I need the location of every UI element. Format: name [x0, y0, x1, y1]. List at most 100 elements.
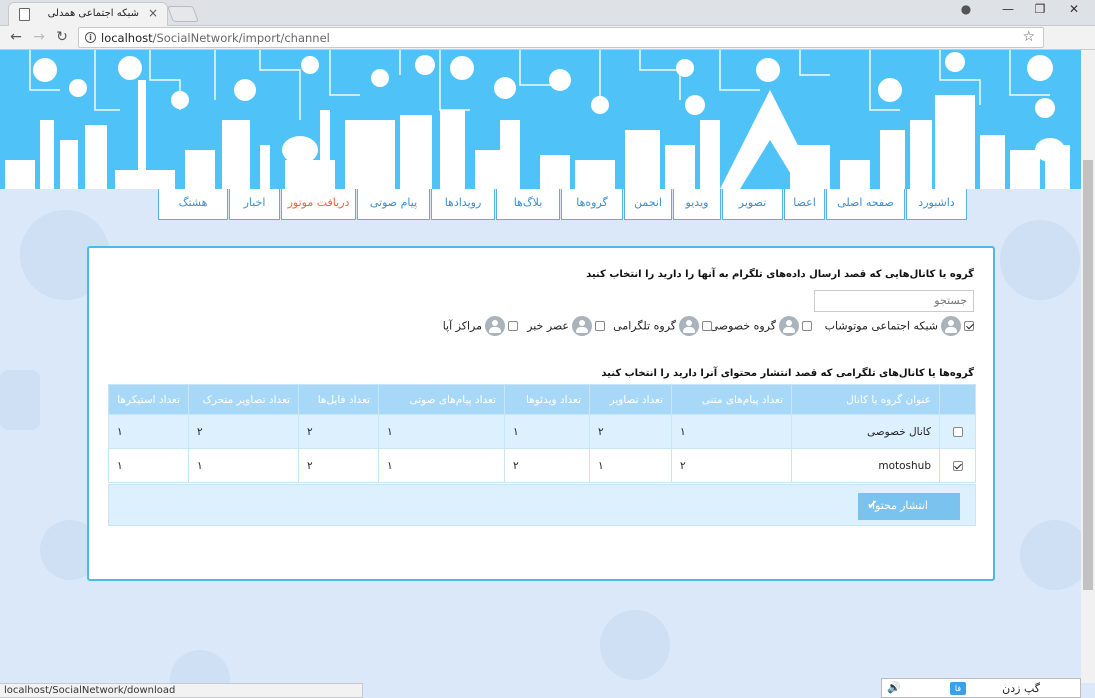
- background-at-icon: [170, 650, 230, 683]
- column-header: تعداد فایل‌ها: [298, 384, 379, 415]
- nav-home[interactable]: صفحه اصلی: [826, 189, 905, 220]
- maximize-button[interactable]: ❐: [1030, 2, 1050, 16]
- nav-voice-messages[interactable]: پیام صوتی: [357, 189, 430, 220]
- back-icon[interactable]: ←: [6, 29, 26, 45]
- site-info-icon[interactable]: i: [85, 32, 96, 43]
- target-label: مراکز آپا: [442, 319, 482, 333]
- language-bar[interactable]: گپ زدن فا 🔊: [881, 678, 1081, 698]
- language-badge[interactable]: فا: [950, 682, 966, 695]
- table-cell: ۱: [108, 448, 189, 483]
- page-icon: [19, 8, 30, 21]
- background-phone-icon: [0, 370, 40, 430]
- nav-news[interactable]: اخبار: [229, 189, 280, 220]
- browser-toolbar: ← → ↻ i localhost/SocialNetwork/import/c…: [0, 26, 1095, 71]
- row-select-cell: [939, 414, 976, 449]
- column-header: تعداد تصاویر: [589, 384, 672, 415]
- group-avatar-icon: [679, 316, 699, 336]
- background-heart-icon: [600, 610, 670, 680]
- background-chat-icon: [1000, 220, 1080, 300]
- channel-name-cell: کانال خصوصی: [791, 414, 940, 449]
- column-header: تعداد پیام‌های متنی: [671, 384, 792, 415]
- nav-forum[interactable]: انجمن: [624, 189, 672, 220]
- close-window-button[interactable]: ✕: [1064, 2, 1084, 16]
- header-banner: [0, 50, 1081, 189]
- url-host: localhost: [101, 31, 153, 45]
- target-checkbox[interactable]: [802, 321, 812, 331]
- address-bar[interactable]: i localhost/SocialNetwork/import/channel…: [78, 27, 1044, 48]
- group-avatar-icon: [941, 316, 961, 336]
- scrollbar-thumb[interactable]: [1083, 160, 1093, 590]
- target-option[interactable]: مراکز آپا: [443, 316, 518, 336]
- nav-hashtag[interactable]: هشتگ: [158, 189, 228, 220]
- table-cell: ۲: [671, 448, 792, 483]
- table-cell: ۱: [188, 448, 299, 483]
- target-checkbox[interactable]: [595, 321, 605, 331]
- table-footer: انتشار محتوا ✔: [108, 484, 976, 526]
- account-icon[interactable]: ●: [956, 2, 976, 16]
- table-row: کانال خصوصی ۱ ۲ ۱ ۱ ۲ ۲ ۱: [108, 414, 976, 449]
- check-icon: ✔: [867, 497, 878, 512]
- group-avatar-icon: [779, 316, 799, 336]
- status-bar-url: localhost/SocialNetwork/download: [0, 683, 363, 698]
- column-header: تعداد استیکرها: [108, 384, 189, 415]
- url-path: /SocialNetwork/import/channel: [152, 31, 330, 45]
- target-option[interactable]: عصر خبر: [527, 316, 605, 336]
- table-row: motoshub ۲ ۱ ۲ ۱ ۲ ۱ ۱: [108, 448, 976, 483]
- table-cell: ۲: [589, 414, 672, 449]
- target-checkbox[interactable]: [964, 321, 974, 331]
- minimize-button[interactable]: —: [998, 2, 1018, 16]
- browser-tab[interactable]: شبکه اجتماعی همدلی ×: [8, 2, 168, 26]
- reload-icon[interactable]: ↻: [52, 29, 72, 45]
- channel-name-cell: motoshub: [791, 448, 940, 483]
- forward-icon[interactable]: →: [29, 29, 49, 45]
- import-panel: گروه یا کانال‌هایی که قصد ارسال داده‌های…: [87, 246, 995, 581]
- table-cell: ۱: [589, 448, 672, 483]
- column-header: عنوان گروه یا کانال: [791, 384, 940, 415]
- target-option[interactable]: گروه تلگرامی: [613, 316, 712, 336]
- bookmark-star-icon[interactable]: ☆: [1022, 29, 1035, 45]
- nav-blogs[interactable]: بلاگ‌ها: [496, 189, 560, 220]
- nav-engine-import[interactable]: دریافت موتور: [281, 189, 356, 220]
- search-input[interactable]: [814, 290, 974, 312]
- page-scrollbar[interactable]: [1081, 50, 1095, 683]
- target-label: شبکه اجتماعی موتوشاب: [824, 319, 938, 333]
- table-cell: ۲: [188, 414, 299, 449]
- new-tab-button[interactable]: [167, 6, 199, 22]
- main-navigation: داشبورد صفحه اصلی اعضا تصویر ویدیو انجمن…: [158, 189, 968, 221]
- table-cell: ۱: [378, 414, 505, 449]
- nav-video[interactable]: ویدیو: [673, 189, 721, 220]
- nav-events[interactable]: رویدادها: [431, 189, 495, 220]
- target-label: گروه تلگرامی: [613, 319, 676, 333]
- page-viewport: داشبورد صفحه اصلی اعضا تصویر ویدیو انجمن…: [0, 50, 1081, 683]
- column-header: تعداد تصاویر متحرک: [188, 384, 299, 415]
- table-cell: ۲: [298, 448, 379, 483]
- select-column-header: [939, 384, 976, 415]
- nav-members[interactable]: اعضا: [784, 189, 825, 220]
- table-cell: ۱: [504, 414, 590, 449]
- table-cell: ۱: [671, 414, 792, 449]
- channels-table: عنوان گروه یا کانال تعداد پیام‌های متنی …: [108, 384, 976, 483]
- nav-groups[interactable]: گروه‌ها: [561, 189, 623, 220]
- target-option[interactable]: گروه خصوصی: [710, 316, 812, 336]
- row-select-cell: [939, 448, 976, 483]
- publish-label: انتشار محتوا: [871, 500, 928, 512]
- table-cell: ۲: [504, 448, 590, 483]
- ime-text: گپ زدن: [1002, 682, 1040, 695]
- target-option[interactable]: شبکه اجتماعی موتوشاب: [825, 316, 974, 336]
- group-avatar-icon: [572, 316, 592, 336]
- target-label: عصر خبر: [527, 319, 569, 333]
- row-checkbox[interactable]: [952, 426, 963, 437]
- target-checkbox[interactable]: [508, 321, 518, 331]
- publish-content-button[interactable]: انتشار محتوا ✔: [858, 493, 960, 520]
- tab-strip: شبکه اجتماعی همدلی × ● — ❐ ✕: [0, 0, 1095, 26]
- background-user-icon: [1020, 520, 1081, 590]
- city-skyline-illustration: [5, 50, 1070, 189]
- target-checkbox[interactable]: [702, 321, 712, 331]
- speaker-icon[interactable]: 🔊: [887, 681, 901, 694]
- nav-images[interactable]: تصویر: [722, 189, 783, 220]
- row-checkbox[interactable]: [952, 460, 963, 471]
- tab-close-icon[interactable]: ×: [148, 6, 158, 20]
- table-cell: ۱: [378, 448, 505, 483]
- content-selection-heading: گروه‌ها یا کانال‌های تلگرامی که قصد انتش…: [601, 368, 974, 379]
- nav-dashboard[interactable]: داشبورد: [906, 189, 967, 220]
